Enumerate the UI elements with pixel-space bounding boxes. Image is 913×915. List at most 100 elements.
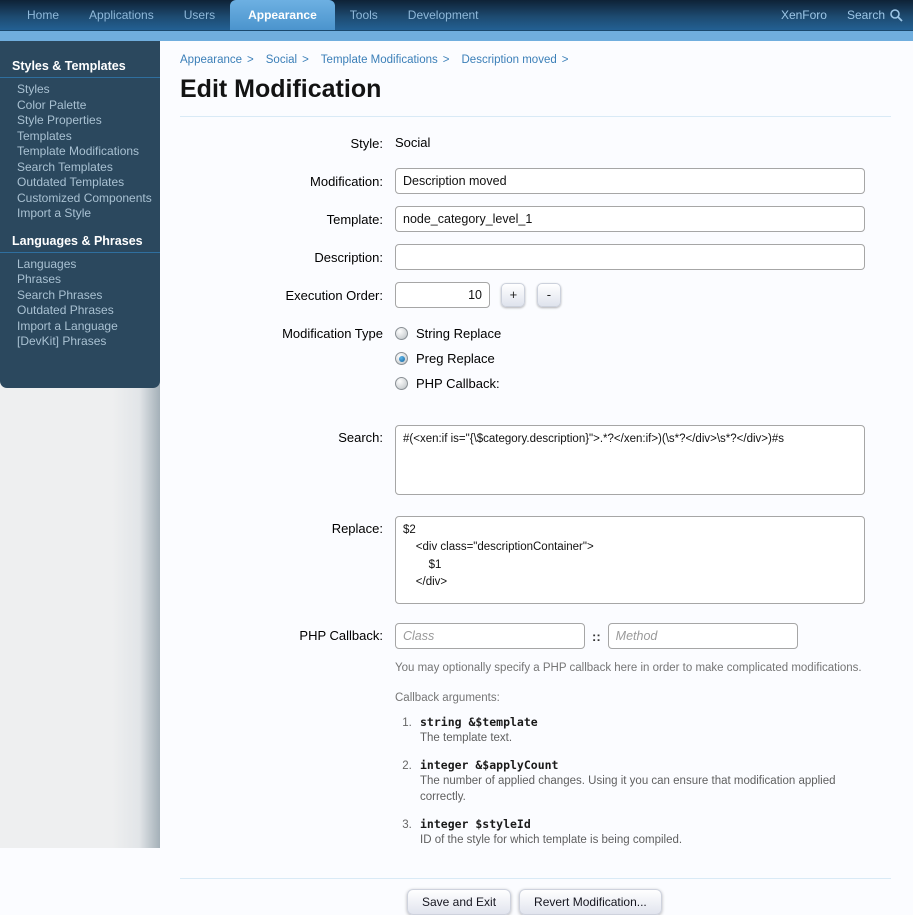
callback-arguments-list: string &$template The template text. int…: [395, 715, 877, 849]
argument-signature: integer $styleId: [420, 817, 877, 831]
sidebar-item[interactable]: [DevKit] Phrases: [0, 334, 160, 350]
callback-class-input[interactable]: [395, 623, 585, 649]
sidebar-item[interactable]: Search Templates: [0, 160, 160, 176]
decrement-button[interactable]: -: [537, 283, 561, 307]
modification-type-option[interactable]: PHP Callback:: [395, 376, 877, 391]
form-row-execution-order: Execution Order: + -: [180, 282, 891, 308]
execution-order-label: Execution Order:: [180, 288, 395, 303]
template-input[interactable]: [395, 206, 865, 232]
callback-arguments-title: Callback arguments:: [395, 692, 877, 704]
sidebar-item[interactable]: Import a Language: [0, 319, 160, 335]
nav-tabs: Home Applications Users Appearance Tools…: [0, 0, 494, 30]
php-callback-hint: You may optionally specify a PHP callbac…: [395, 660, 877, 676]
form-row-description: Description:: [180, 244, 891, 270]
radio-label: String Replace: [416, 326, 501, 341]
sidebar-item[interactable]: Template Modifications: [0, 144, 160, 160]
breadcrumb-separator: >: [562, 54, 569, 66]
sidebar-item[interactable]: Phrases: [0, 272, 160, 288]
sidebar-group-title: Languages & Phrases: [0, 230, 160, 253]
save-and-exit-button[interactable]: Save and Exit: [407, 889, 511, 915]
description-label: Description:: [180, 250, 395, 265]
modification-type-option[interactable]: Preg Replace: [395, 351, 877, 366]
argument-description: ID of the style for which template is be…: [420, 832, 870, 849]
form-row-modification-type: Modification Type String Replace Preg Re…: [180, 326, 891, 401]
modification-type-option[interactable]: String Replace: [395, 326, 877, 341]
sidebar-item[interactable]: Search Phrases: [0, 288, 160, 304]
accent-strip: [0, 31, 913, 41]
sidebar-item[interactable]: Templates: [0, 129, 160, 145]
execution-order-input[interactable]: [395, 282, 490, 308]
radio-label: PHP Callback:: [416, 376, 500, 391]
nav-tab[interactable]: Appearance: [230, 0, 335, 30]
breadcrumb-link[interactable]: Template Modifications: [321, 54, 438, 66]
callback-argument-item: integer $styleId ID of the style for whi…: [415, 817, 877, 849]
template-label: Template:: [180, 212, 395, 227]
argument-signature: string &$template: [420, 715, 877, 729]
modification-input[interactable]: [395, 168, 865, 194]
radio-label: Preg Replace: [416, 351, 495, 366]
sidebar-item[interactable]: Style Properties: [0, 113, 160, 129]
brand-link[interactable]: XenForo: [781, 8, 827, 22]
revert-modification-button[interactable]: Revert Modification...: [519, 889, 662, 915]
search-icon: [889, 8, 903, 22]
form-row-php-callback: PHP Callback: :: You may optionally spec…: [180, 623, 891, 860]
nav-tab[interactable]: Applications: [74, 0, 169, 30]
page-title: Edit Modification: [180, 75, 891, 104]
search-label: Search:: [180, 425, 395, 445]
nav-tab[interactable]: Users: [169, 0, 230, 30]
style-value: Social: [395, 135, 430, 150]
callback-method-input[interactable]: [608, 623, 798, 649]
nav-tab[interactable]: Development: [393, 0, 494, 30]
main-content: Appearance > Social > Template Modificatio…: [160, 41, 913, 848]
form-row-modification: Modification:: [180, 168, 891, 194]
sidebar-column: Styles & Templates Styles Color Palette …: [0, 41, 160, 848]
nav-right-links: XenForo Search: [781, 8, 913, 30]
sidebar-group-styles: Styles & Templates Styles Color Palette …: [0, 55, 160, 222]
callback-argument-item: integer &$applyCount The number of appli…: [415, 758, 877, 806]
replace-textarea[interactable]: $2 <div class="descriptionContainer"> $1…: [395, 516, 865, 604]
modification-label: Modification:: [180, 174, 395, 189]
breadcrumb-link[interactable]: Social: [266, 54, 297, 66]
form-row-search: Search: #(<xen:if is="{\$category.descri…: [180, 425, 891, 500]
sidebar-item[interactable]: Color Palette: [0, 98, 160, 114]
form-row-style: Style: Social: [180, 134, 891, 152]
description-input[interactable]: [395, 244, 865, 270]
breadcrumb: Appearance > Social > Template Modificatio…: [180, 54, 891, 66]
breadcrumb-item: Description moved >: [462, 54, 569, 66]
breadcrumb-separator: >: [247, 54, 254, 66]
nav-tab[interactable]: Home: [12, 0, 74, 30]
search-textarea[interactable]: #(<xen:if is="{\$category.description}">…: [395, 425, 865, 495]
button-row: Save and Exit Revert Modification...: [180, 879, 891, 915]
search-link[interactable]: Search: [847, 8, 903, 22]
sidebar-item[interactable]: Customized Components: [0, 191, 160, 207]
form-row-replace: Replace: $2 <div class="descriptionConta…: [180, 516, 891, 609]
form-row-template: Template:: [180, 206, 891, 232]
argument-description: The template text.: [420, 730, 870, 747]
sidebar-item[interactable]: Styles: [0, 82, 160, 98]
breadcrumb-link[interactable]: Appearance: [180, 54, 242, 66]
breadcrumb-separator: >: [302, 54, 309, 66]
style-label: Style:: [180, 136, 395, 151]
radio-icon[interactable]: [395, 327, 408, 340]
sidebar-item[interactable]: Outdated Templates: [0, 175, 160, 191]
breadcrumb-item: Appearance >: [180, 54, 254, 66]
nav-tab[interactable]: Tools: [335, 0, 393, 30]
radio-icon[interactable]: [395, 377, 408, 390]
sidebar-group-title: Styles & Templates: [0, 55, 160, 78]
sidebar-item[interactable]: Outdated Phrases: [0, 303, 160, 319]
sidebar-item[interactable]: Import a Style: [0, 206, 160, 222]
argument-description: The number of applied changes. Using it …: [420, 773, 870, 806]
radio-icon[interactable]: [395, 352, 408, 365]
callback-separator: ::: [592, 629, 601, 644]
breadcrumb-link[interactable]: Description moved: [462, 54, 557, 66]
sidebar-item[interactable]: Languages: [0, 257, 160, 273]
replace-label: Replace:: [180, 516, 395, 536]
increment-button[interactable]: +: [501, 283, 525, 307]
breadcrumb-item: Social >: [266, 54, 309, 66]
php-callback-label: PHP Callback:: [180, 623, 395, 643]
title-divider: [180, 116, 891, 117]
callback-argument-item: string &$template The template text.: [415, 715, 877, 747]
breadcrumb-item: Template Modifications >: [321, 54, 450, 66]
search-link-label: Search: [847, 8, 885, 22]
breadcrumb-separator: >: [443, 54, 450, 66]
